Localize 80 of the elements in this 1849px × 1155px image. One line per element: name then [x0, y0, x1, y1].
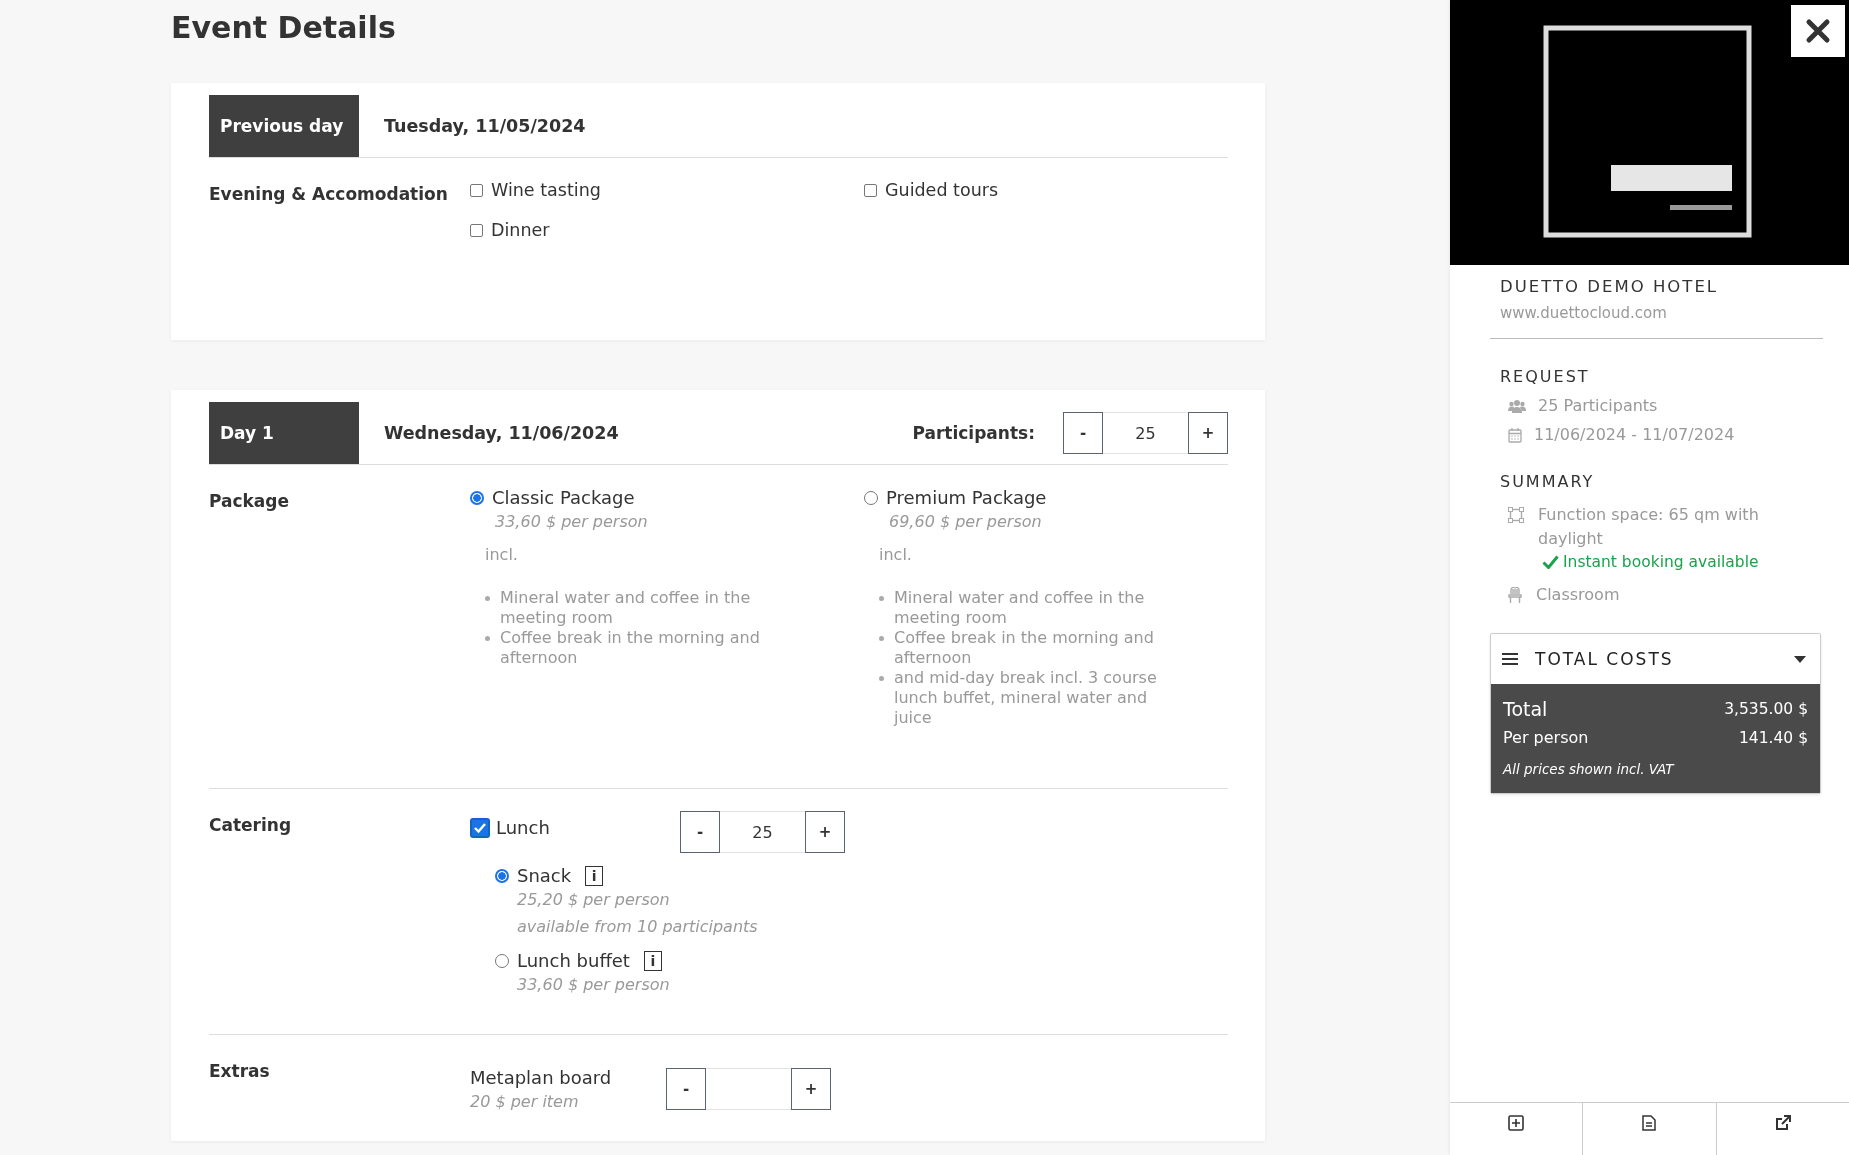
checkbox[interactable]: [470, 223, 483, 237]
decrement-button[interactable]: -: [666, 1068, 706, 1110]
option-label: Guided tours: [885, 180, 999, 200]
participants-label: Participants:: [912, 423, 1035, 443]
included-label: incl.: [879, 545, 913, 564]
option-price: 33,60 $ per person: [517, 975, 671, 994]
checkbox[interactable]: [470, 817, 490, 838]
radio-button[interactable]: [470, 490, 484, 505]
area-icon: [1508, 507, 1524, 523]
info-icon[interactable]: i: [643, 950, 662, 971]
request-detail: 25 Participants: [1538, 396, 1658, 415]
calendar-icon: [1508, 426, 1522, 443]
cost-amount: 141.40 $: [1738, 728, 1808, 747]
included-item: Coffee break in the morning and afternoon: [500, 628, 761, 668]
summary-detail: Classroom: [1536, 584, 1621, 606]
package-price: 69,60 $ per person: [889, 512, 1043, 531]
day-date: Tuesday, 11/05/2024: [384, 116, 587, 136]
close-icon: [1805, 18, 1831, 44]
hotel-name: DUETTO DEMO HOTEL: [1500, 277, 1719, 296]
close-button[interactable]: [1791, 5, 1845, 57]
menu-icon: [1501, 652, 1519, 666]
costs-title: TOTAL COSTS: [1535, 649, 1675, 669]
decrement-button[interactable]: -: [680, 811, 720, 853]
option-price: 25,20 $ per person: [517, 890, 671, 909]
info-icon[interactable]: i: [585, 865, 604, 886]
costs-header[interactable]: TOTAL COSTS: [1491, 634, 1820, 684]
day-heading: Day 1: [209, 402, 359, 464]
decrement-button[interactable]: -: [1063, 412, 1103, 454]
included-item: Mineral water and coffee in the meeting room: [894, 588, 1146, 628]
option-label: Dinner: [491, 220, 550, 240]
bullet-icon: [485, 636, 490, 641]
extra-price: 20 $ per item: [470, 1092, 580, 1111]
package-name: Premium Package: [886, 487, 1047, 508]
section-heading: SUMMARY: [1500, 472, 1596, 491]
hotel-website: www.duettocloud.com: [1500, 304, 1668, 322]
section-label: Catering: [209, 814, 293, 837]
option-label: Wine tasting: [491, 180, 601, 200]
bullet-icon: [879, 596, 884, 601]
package-name: Classic Package: [492, 487, 635, 508]
cost-label: Per person: [1503, 728, 1589, 747]
extra-name: Metaplan board: [470, 1067, 613, 1088]
vat-note: All prices shown incl. VAT: [1503, 761, 1676, 777]
section-label: Extras: [209, 1060, 271, 1083]
included-item: Mineral water and coffee in the meeting room: [500, 588, 752, 628]
increment-button[interactable]: +: [791, 1068, 831, 1110]
increment-button[interactable]: +: [1188, 412, 1228, 454]
option-label: Snack: [517, 865, 572, 886]
summary-detail: Function space: 65 qm with daylight: [1538, 504, 1760, 550]
people-icon: [1508, 398, 1526, 413]
bullet-icon: [879, 676, 884, 681]
option-note: available from 10 participants: [517, 917, 759, 936]
booking-status: Instant booking available: [1563, 553, 1759, 571]
external-link-icon: [1774, 1115, 1791, 1131]
section-label: Package: [209, 490, 291, 513]
bullet-icon: [879, 636, 884, 641]
check-icon: [1542, 555, 1559, 569]
increment-button[interactable]: +: [805, 811, 845, 853]
cost-amount: 3,535.00 $: [1724, 700, 1808, 718]
option-label: Lunch buffet: [517, 950, 630, 971]
radio-button[interactable]: [495, 868, 509, 883]
chair-icon: [1508, 587, 1522, 603]
package-price: 33,60 $ per person: [495, 512, 649, 531]
day-date: Wednesday, 11/06/2024: [384, 423, 620, 443]
bullet-icon: [485, 596, 490, 601]
included-item: and mid-day break incl. 3 course lunch buffet, mineral water and juice: [894, 668, 1158, 728]
plus-square-icon: [1508, 1115, 1525, 1131]
quantity-field[interactable]: [706, 1068, 791, 1110]
section-heading: REQUEST: [1500, 367, 1591, 386]
checkbox[interactable]: [864, 183, 877, 197]
day-heading: Previous day: [209, 95, 359, 157]
request-detail: 11/06/2024 - 11/07/2024: [1534, 425, 1735, 444]
section-label: Evening & Accomodation: [209, 183, 449, 206]
quantity-field[interactable]: 25: [1103, 412, 1188, 454]
included-label: incl.: [485, 545, 519, 564]
quantity-field[interactable]: 25: [720, 811, 805, 853]
cost-label: Total: [1503, 698, 1548, 720]
option-label: Lunch: [496, 817, 550, 838]
page-title: Event Details: [171, 10, 397, 45]
document-icon: [1641, 1115, 1658, 1131]
checkbox[interactable]: [470, 183, 483, 197]
